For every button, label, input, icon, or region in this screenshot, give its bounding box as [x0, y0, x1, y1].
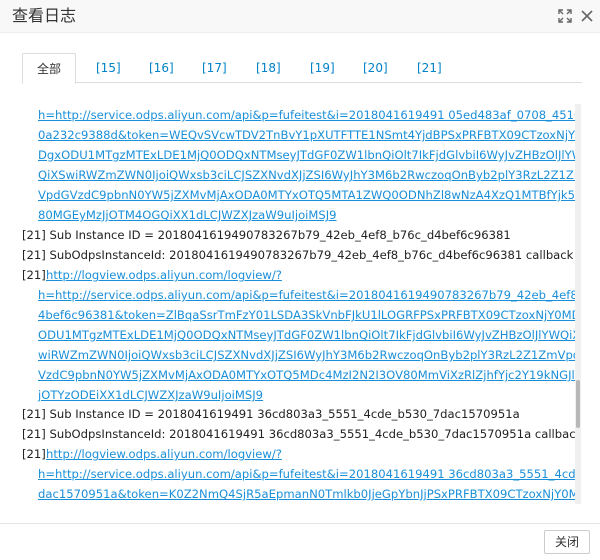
- tab-16[interactable]: [16]: [149, 53, 174, 83]
- logview-link-line[interactable]: VpdGVzdC9pbnN0YW5jZXMvMjAxODA0MTYxOTQ5MT…: [38, 185, 580, 205]
- log-tabs: 全部 [15] [16] [17] [18] [19] [20] [21]: [22, 53, 582, 84]
- tab-all[interactable]: 全部: [22, 53, 76, 84]
- logview-link-line[interactable]: jOTYzODEiXX1dLCJWZXJzaW9uIjoiMSJ9: [38, 385, 263, 405]
- log-line-sub-odps-instance: [21] SubOdpsInstanceId: 2018041619491 36…: [22, 427, 580, 441]
- dialog-title: 查看日志: [12, 6, 77, 25]
- logview-link-head[interactable]: http://logview.odps.aliyun.com/logview/?: [46, 265, 282, 285]
- maximize-icon[interactable]: [557, 8, 573, 24]
- logview-link-line[interactable]: VzdC9pbnN0YW5jZXMvMjAxODA0MTYxOTQ5MDc4Mz…: [38, 365, 580, 385]
- log-scrollbar-track[interactable]: [575, 104, 581, 504]
- tab-18[interactable]: [18]: [256, 53, 281, 83]
- tab-21[interactable]: [21]: [417, 53, 442, 83]
- logview-link-line[interactable]: h=http://service.odps.aliyun.com/api&p=f…: [38, 285, 580, 305]
- log-dialog: 查看日志 全部 [15] [16] [17] [18] [19] [20] [2…: [0, 0, 600, 560]
- logview-link-line[interactable]: wiRWZmZWN0IjoiQWxsb3ciLCJSZXNvdXJjZSI6Wy…: [38, 345, 580, 365]
- dialog-footer: 关闭: [0, 523, 600, 560]
- logview-link-line[interactable]: 4bef6c96381&token=ZlBqaSsrTmFzY01LSDA3Sk…: [38, 305, 580, 325]
- log-line-sub-odps-instance: [21] SubOdpsInstanceId: 2018041619490783…: [22, 248, 580, 262]
- logview-link-line[interactable]: DgxODU1MTgzMTExLDE1MjQ0ODQxNTMseyJTdGF0Z…: [38, 145, 580, 165]
- logview-link-line[interactable]: QiXSwiRWZmZWN0IjoiQWxsb3ciLCJSZXNvdXJjZS…: [38, 165, 580, 185]
- logview-link-line[interactable]: dac1570951a&token=K0Z2NmQ4SjR5aEpmanN0Tm…: [38, 484, 580, 504]
- tab-19[interactable]: [19]: [310, 53, 335, 83]
- logview-link-line[interactable]: ODU1MTgzMTExLDE1MjQ0ODQxNTMseyJTdGF0ZW1l…: [38, 325, 580, 345]
- logview-link-line[interactable]: 80MGEyMzJjOTM4OGQiXX1dLCJWZXJzaW9uIjoiMS…: [38, 205, 337, 225]
- log-line-prefix: [21]: [22, 268, 46, 282]
- close-icon[interactable]: [579, 8, 595, 24]
- close-button[interactable]: 关闭: [544, 530, 590, 554]
- logview-link-line[interactable]: h=http://service.odps.aliyun.com/api&p=f…: [38, 464, 580, 484]
- log-output[interactable]: h=http://service.odps.aliyun.com/api&p=f…: [20, 104, 580, 504]
- log-scrollbar-thumb[interactable]: [576, 380, 580, 428]
- tab-17[interactable]: [17]: [202, 53, 227, 83]
- logview-link-line[interactable]: 0a232c9388d&token=WEQvSVcwTDV2TnBvY1pXUT…: [38, 125, 580, 145]
- tab-20[interactable]: [20]: [363, 53, 388, 83]
- log-line-sub-instance: [21] Sub Instance ID = 20180416194907832…: [22, 228, 511, 242]
- log-line-sub-instance: [21] Sub Instance ID = 2018041619491 36c…: [22, 407, 520, 421]
- dialog-title-bar: 查看日志: [0, 0, 600, 33]
- log-line-prefix: [21]: [22, 447, 46, 461]
- tab-15[interactable]: [15]: [96, 53, 121, 83]
- logview-link-head[interactable]: http://logview.odps.aliyun.com/logview/?: [46, 444, 282, 464]
- logview-link-line[interactable]: h=http://service.odps.aliyun.com/api&p=f…: [38, 105, 580, 125]
